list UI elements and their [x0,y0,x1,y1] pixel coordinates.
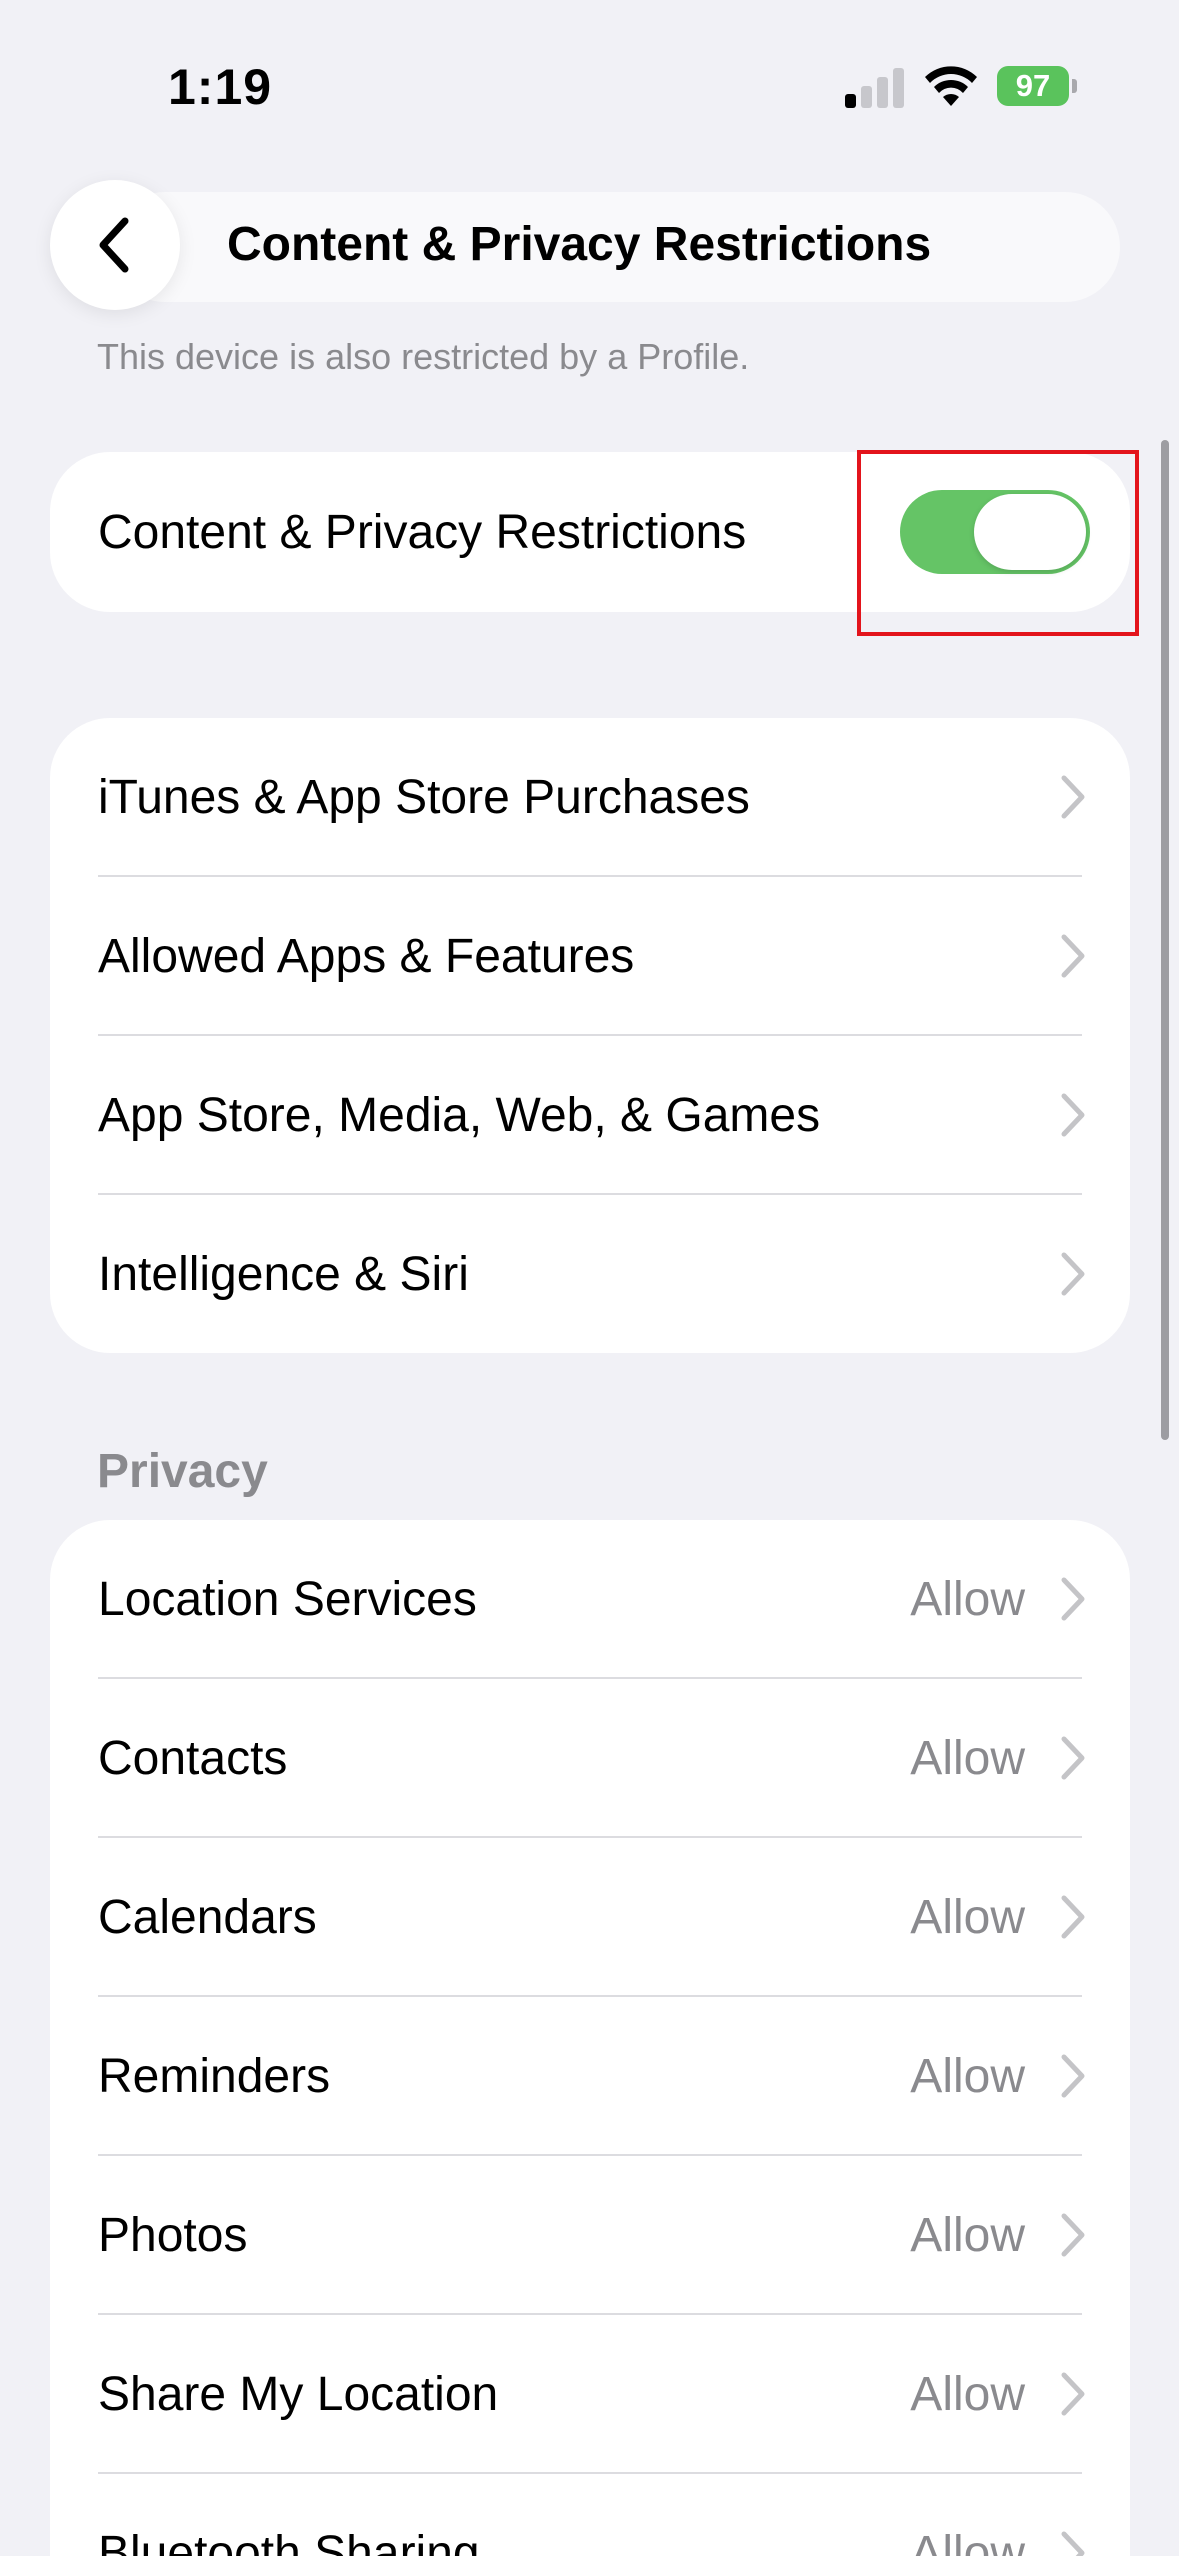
privacy-item-value: Allow [910,2050,1025,2103]
restrictions-menu-card: iTunes & App Store Purchases Allowed App… [50,718,1130,1353]
privacy-item-bluetooth-sharing[interactable]: Bluetooth Sharing Allow [50,2474,1130,2556]
privacy-item-calendars[interactable]: Calendars Allow [50,1838,1130,1997]
highlight-box [857,450,1139,636]
menu-item-label: Intelligence & Siri [98,1248,469,1301]
privacy-item-reminders[interactable]: Reminders Allow [50,1997,1130,2156]
privacy-item-value: Allow [910,1573,1025,1626]
privacy-item-label: Location Services [98,1573,477,1626]
restrictions-toggle-label: Content & Privacy Restrictions [98,505,747,559]
menu-item-label: iTunes & App Store Purchases [98,771,750,824]
privacy-item-label: Reminders [98,2050,331,2103]
privacy-item-value: Allow [910,2209,1025,2262]
chevron-right-icon [1061,2372,1085,2416]
chevron-left-icon [99,217,129,273]
chevron-right-icon [1061,2054,1085,2098]
privacy-item-location-services[interactable]: Location Services Allow [50,1520,1130,1679]
privacy-item-label: Calendars [98,1891,317,1944]
status-time: 1:19 [168,59,273,115]
privacy-item-label: Contacts [98,1732,288,1785]
chevron-right-icon [1061,775,1085,819]
chevron-right-icon [1061,2531,1085,2556]
scrollbar[interactable] [1161,440,1169,1440]
menu-item-label: App Store, Media, Web, & Games [98,1089,821,1142]
chevron-right-icon [1061,1895,1085,1939]
chevron-right-icon [1061,1577,1085,1621]
wifi-icon [925,66,977,106]
chevron-right-icon [1061,934,1085,978]
privacy-item-value: Allow [910,2527,1025,2556]
privacy-item-value: Allow [910,1891,1025,1944]
battery-level: 97 [997,66,1069,106]
privacy-item-photos[interactable]: Photos Allow [50,2156,1130,2315]
menu-item-itunes-app-store-purchases[interactable]: iTunes & App Store Purchases [50,718,1130,877]
menu-item-app-store-media-web-games[interactable]: App Store, Media, Web, & Games [50,1036,1130,1195]
privacy-item-contacts[interactable]: Contacts Allow [50,1679,1130,1838]
privacy-item-share-my-location[interactable]: Share My Location Allow [50,2315,1130,2474]
chevron-right-icon [1061,1736,1085,1780]
privacy-card: Location Services Allow Contacts Allow C… [50,1520,1130,2556]
privacy-item-label: Photos [98,2209,248,2262]
page-title: Content & Privacy Restrictions [227,218,932,271]
menu-item-label: Allowed Apps & Features [98,930,635,983]
battery-icon: 97 [997,66,1077,106]
profile-restriction-note: This device is also restricted by a Prof… [97,336,750,377]
privacy-item-label: Bluetooth Sharing [98,2527,480,2556]
cellular-signal-icon [845,66,905,108]
back-button[interactable] [50,180,180,310]
privacy-item-value: Allow [910,2368,1025,2421]
navigation-bar: Content & Privacy Restrictions [50,180,1125,310]
menu-item-allowed-apps-features[interactable]: Allowed Apps & Features [50,877,1130,1036]
privacy-item-value: Allow [910,1732,1025,1785]
chevron-right-icon [1061,1252,1085,1296]
privacy-item-label: Share My Location [98,2368,499,2421]
status-bar: 1:19 97 [0,0,1179,170]
chevron-right-icon [1061,2213,1085,2257]
menu-item-intelligence-siri[interactable]: Intelligence & Siri [50,1195,1130,1353]
chevron-right-icon [1061,1093,1085,1137]
privacy-section-header: Privacy [97,1445,268,1498]
